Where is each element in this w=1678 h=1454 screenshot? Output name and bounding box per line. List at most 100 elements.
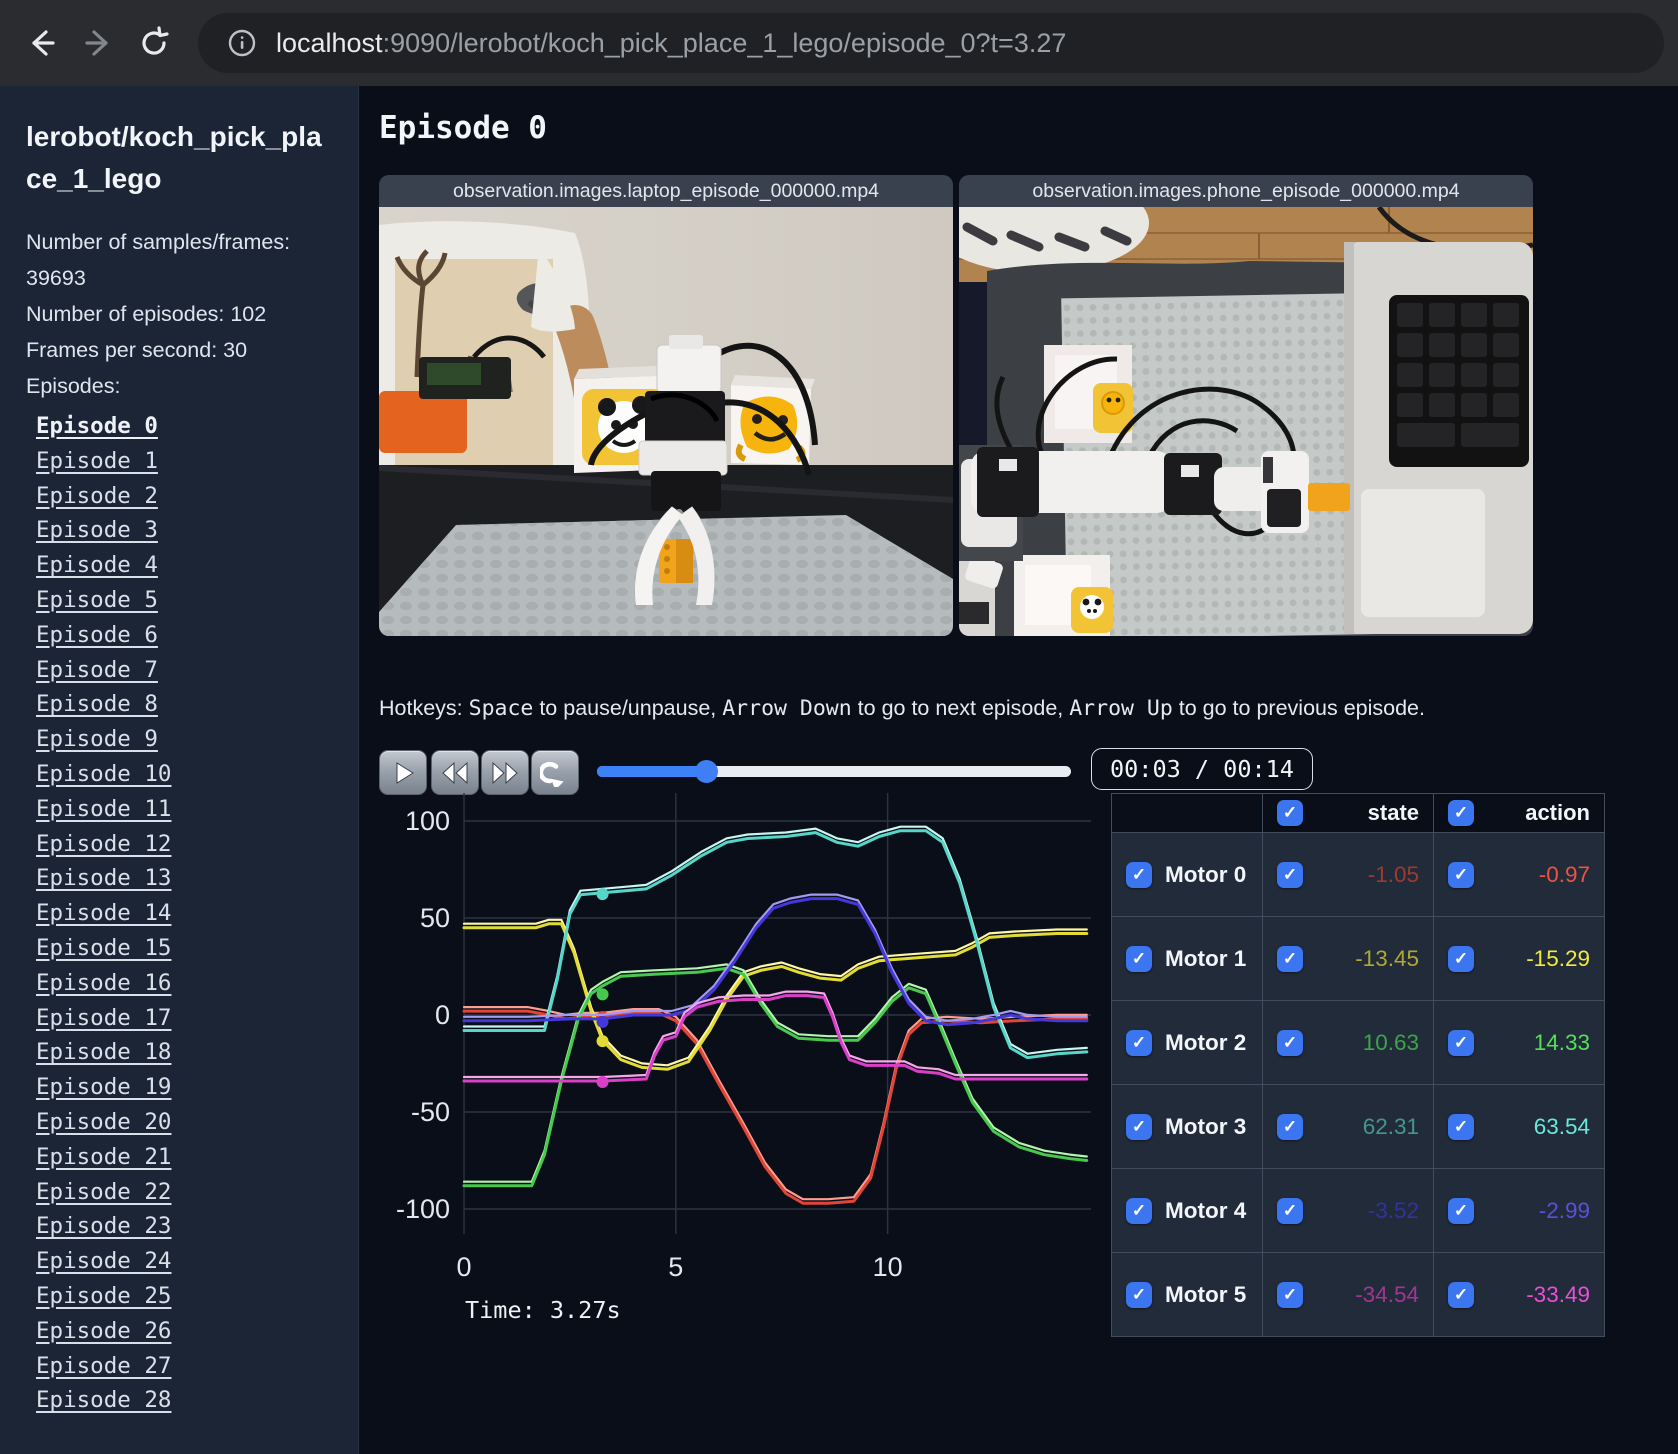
episode-list-item: Episode 5 [36, 584, 336, 619]
episode-link[interactable]: Episode 4 [36, 552, 158, 578]
motor-row-checkbox[interactable]: ✓ [1126, 861, 1152, 888]
episode-list-item: Episode 10 [36, 758, 336, 793]
reload-button[interactable] [126, 15, 182, 71]
state-value-checkbox[interactable]: ✓ [1277, 1113, 1303, 1140]
episode-link[interactable]: Episode 24 [36, 1248, 171, 1274]
action-value-checkbox[interactable]: ✓ [1448, 1029, 1474, 1056]
action-value-checkbox[interactable]: ✓ [1448, 1197, 1474, 1224]
episode-link[interactable]: Episode 11 [36, 796, 171, 822]
action-value: 14.33 [1533, 1029, 1590, 1055]
motor-chart: 0 5 10 100 50 0 -50 -100 Time: 3.27s [379, 784, 1104, 1359]
motor-name: Motor 2 [1165, 1029, 1247, 1055]
action-column-checkbox[interactable]: ✓ [1448, 800, 1474, 826]
motor-row-checkbox[interactable]: ✓ [1126, 1197, 1152, 1224]
motor-row-checkbox[interactable]: ✓ [1126, 1029, 1152, 1056]
episode-link[interactable]: Episode 16 [36, 970, 171, 996]
episode-link[interactable]: Episode 9 [36, 726, 158, 752]
action-value: -2.99 [1538, 1197, 1590, 1223]
play-icon [396, 761, 414, 784]
slider-thumb[interactable] [695, 760, 719, 783]
episode-link[interactable]: Episode 28 [36, 1387, 171, 1413]
episode-link[interactable]: Episode 15 [36, 935, 171, 961]
episode-link[interactable]: Episode 1 [36, 448, 158, 474]
state-value-checkbox[interactable]: ✓ [1277, 1281, 1303, 1308]
action-value: -0.97 [1538, 861, 1590, 887]
motor-row-checkbox[interactable]: ✓ [1126, 1281, 1152, 1308]
episode-link[interactable]: Episode 14 [36, 900, 171, 926]
box-bottom [1014, 555, 1113, 636]
main-content: Episode 0 observation.images.laptop_epis… [359, 86, 1678, 1454]
episode-link[interactable]: Episode 8 [36, 691, 158, 717]
episode-list-item: Episode 25 [36, 1280, 336, 1315]
action-value-checkbox[interactable]: ✓ [1448, 945, 1474, 972]
action-value: -33.49 [1526, 1281, 1590, 1307]
episode-link[interactable]: Episode 5 [36, 587, 158, 613]
svg-text:10: 10 [873, 1252, 903, 1282]
url-bar[interactable]: localhost:9090/lerobot/koch_pick_place_1… [198, 13, 1664, 73]
episode-list-item: Episode 18 [36, 1036, 336, 1071]
dataset-title: lerobot/koch_pick_place_1_lego [26, 121, 322, 194]
state-value-checkbox[interactable]: ✓ [1277, 1029, 1303, 1056]
page-title: Episode 0 [379, 110, 547, 146]
state-value-checkbox[interactable]: ✓ [1277, 861, 1303, 888]
motor-row-checkbox[interactable]: ✓ [1126, 1113, 1152, 1140]
episode-list-item: Episode 15 [36, 932, 336, 967]
episode-link[interactable]: Episode 26 [36, 1318, 171, 1344]
state-value-checkbox[interactable]: ✓ [1277, 945, 1303, 972]
back-arrow-icon [32, 30, 55, 56]
episode-list-item: Episode 21 [36, 1141, 336, 1176]
episode-link[interactable]: Episode 6 [36, 622, 158, 648]
timeline-slider[interactable] [597, 760, 1071, 783]
episode-link[interactable]: Episode 17 [36, 1005, 171, 1031]
video-phone[interactable]: observation.images.phone_episode_000000.… [959, 175, 1533, 636]
episode-list-item: Episode 4 [36, 549, 336, 584]
episode-list-item: Episode 0 [36, 410, 336, 445]
video-phone-frame [959, 207, 1533, 636]
key-space: Space [468, 696, 534, 721]
episode-link[interactable]: Episode 13 [36, 865, 171, 891]
key-arrow-up: Arrow Up [1069, 696, 1173, 721]
episode-link[interactable]: Episode 20 [36, 1109, 171, 1135]
episode-link[interactable]: Episode 23 [36, 1213, 171, 1239]
episode-list-item: Episode 17 [36, 1002, 336, 1037]
episode-link[interactable]: Episode 27 [36, 1353, 171, 1379]
episode-link[interactable]: Episode 2 [36, 483, 158, 509]
motor-name: Motor 4 [1165, 1197, 1247, 1223]
key-arrow-down: Arrow Down [722, 696, 852, 721]
forward-arrow-icon [85, 30, 108, 56]
episode-list-item: Episode 3 [36, 514, 336, 549]
episode-link[interactable]: Episode 19 [36, 1074, 171, 1100]
svg-text:0: 0 [435, 1000, 450, 1030]
episode-list-item: Episode 28 [36, 1384, 336, 1419]
site-info-icon[interactable] [220, 21, 264, 65]
video-laptop[interactable]: observation.images.laptop_episode_000000… [379, 175, 953, 636]
svg-text:-50: -50 [411, 1097, 450, 1127]
episode-list-item: Episode 27 [36, 1350, 336, 1385]
forward-button[interactable] [70, 15, 126, 71]
motor-row: ✓ Motor 0 ✓ -1.05 ✓ -0.97 [1111, 832, 1605, 917]
orange-brick [659, 539, 693, 583]
episode-list-item: Episode 26 [36, 1315, 336, 1350]
episode-link[interactable]: Episode 25 [36, 1283, 171, 1309]
motor-row-checkbox[interactable]: ✓ [1126, 945, 1152, 972]
episode-link[interactable]: Episode 7 [36, 657, 158, 683]
episode-link[interactable]: Episode 12 [36, 831, 171, 857]
state-column-checkbox[interactable]: ✓ [1277, 800, 1303, 826]
episode-link[interactable]: Episode 0 [36, 413, 158, 439]
action-value-checkbox[interactable]: ✓ [1448, 1113, 1474, 1140]
episode-link[interactable]: Episode 3 [36, 517, 158, 543]
episode-list-item: Episode 1 [36, 445, 336, 480]
action-value: 63.54 [1533, 1113, 1590, 1139]
state-value-checkbox[interactable]: ✓ [1277, 1197, 1303, 1224]
back-button[interactable] [14, 15, 70, 71]
action-value-checkbox[interactable]: ✓ [1448, 861, 1474, 888]
svg-text:-100: -100 [396, 1194, 450, 1224]
motor-row: ✓ Motor 3 ✓ 62.31 ✓ 63.54 [1111, 1084, 1605, 1169]
episode-link[interactable]: Episode 22 [36, 1179, 171, 1205]
episode-link[interactable]: Episode 18 [36, 1039, 171, 1065]
episode-link[interactable]: Episode 21 [36, 1144, 171, 1170]
episode-list-item: Episode 16 [36, 967, 336, 1002]
episode-link[interactable]: Episode 10 [36, 761, 171, 787]
action-value-checkbox[interactable]: ✓ [1448, 1281, 1474, 1308]
motor-row: ✓ Motor 2 ✓ 10.63 ✓ 14.33 [1111, 1000, 1605, 1085]
